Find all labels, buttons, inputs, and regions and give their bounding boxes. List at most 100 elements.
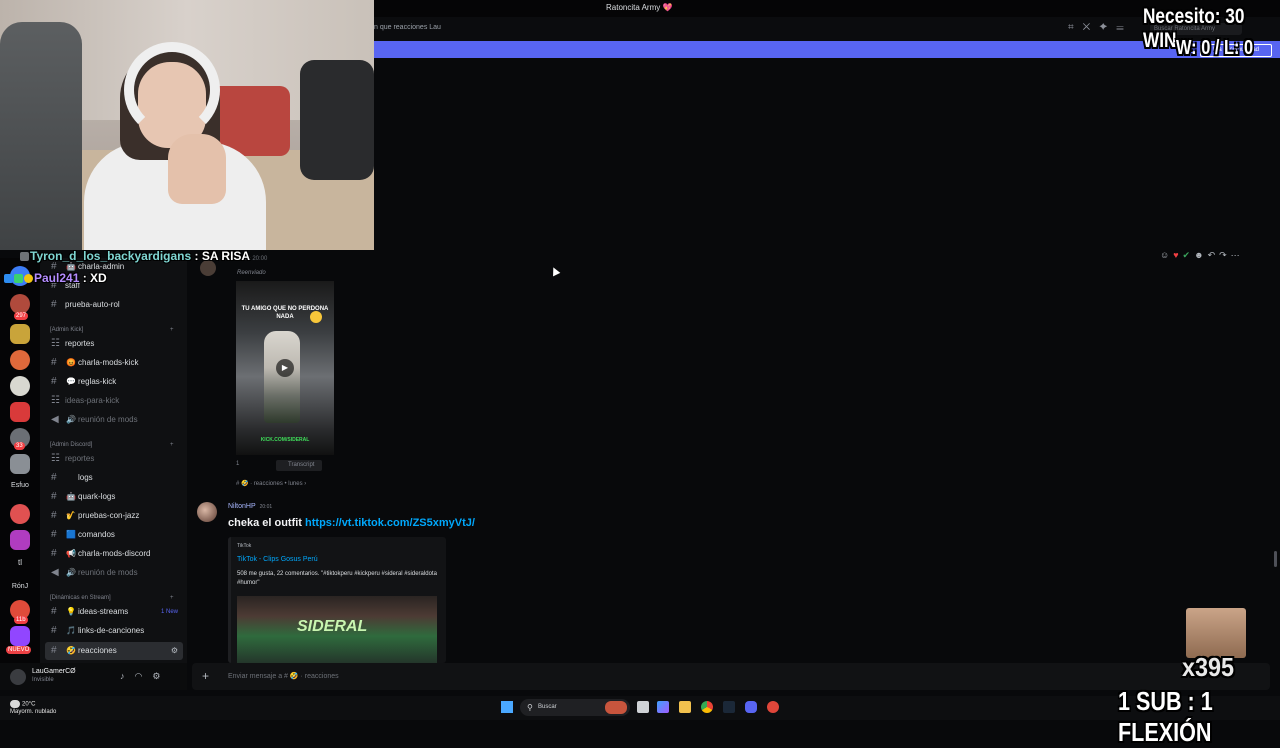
add-attachment-icon[interactable]: + [202,669,209,683]
chat-username: Paul241 [34,271,80,285]
voice-channel-item[interactable]: ◀ 🔊 reunión de mods [40,411,187,429]
taskbar-search-label: Buscar [538,704,557,710]
laughing-emoji-icon [310,311,322,323]
reply-icon[interactable]: ↶ [1208,250,1220,260]
add-channel-icon[interactable]: + [170,325,174,335]
app-icon[interactable] [767,701,779,713]
members-icon[interactable]: ☰ [1116,22,1133,33]
channel-item[interactable]: # 🎵 links-de-canciones [40,622,187,640]
search-highlight-icon [605,701,627,714]
channel-item[interactable]: # 💡 ideas-streams 1 New [40,603,187,621]
weather-widget[interactable]: 20°C Mayorm. nublado [10,700,56,716]
channel-item-active[interactable]: # 🤣 reacciones ⚙ [45,642,183,660]
heart-icon[interactable]: ♥ [1173,250,1182,260]
channel-item[interactable]: # 🟦 comandos [40,526,187,544]
headphones-icon[interactable]: ◠ [135,671,153,681]
emoji-icon[interactable]: ☻ [1194,250,1207,260]
more-icon[interactable]: ⋯ [1231,250,1244,260]
gear-icon[interactable]: ⚙ [152,671,170,681]
channel-item[interactable]: # 😡 charla-mods-kick [40,354,187,372]
channel-item[interactable]: # 📢 charla-mods-discord [40,545,187,563]
thread-icon[interactable]: ⌗ [1068,22,1083,33]
webcam-person-hands [168,134,226,204]
scrollbar-thumb[interactable] [1274,551,1277,567]
channel-label: ideas-streams [78,607,129,616]
forum-icon: ☷ [51,338,60,349]
user-controls[interactable]: ♪◠⚙ [120,671,170,682]
server-badge: 33 [14,442,25,450]
server-icon[interactable] [10,350,30,370]
channel-item[interactable]: ☷ ideas-para-kick [40,392,187,410]
category-header[interactable]: [Dinámicas en Stream] + [50,593,174,603]
voice-channel-item[interactable]: ◀ 🔊 reunión de mods [40,564,187,582]
user-name: LauGamerCØ [32,668,76,675]
task-view-icon[interactable] [637,701,649,713]
channel-item[interactable]: # logs [40,469,187,487]
channel-emoji: 💬 [66,377,76,386]
server-icon[interactable] [10,402,30,422]
transcript-button[interactable]: Transcript [276,460,322,471]
composer-placeholder[interactable]: Enviar mensaje a # 🤣 · reacciones [228,672,339,680]
add-channel-icon[interactable]: + [170,593,174,603]
message-author[interactable]: NiltonHP 20:01 [228,503,272,510]
channel-label: charla-mods-discord [78,549,151,558]
channel-item[interactable]: # prueba-auto-rol [40,296,187,314]
message-hover-actions[interactable]: ☺♥✔☻↶↷⋯ [1160,250,1244,261]
steam-icon[interactable] [723,701,735,713]
chrome-icon[interactable] [701,701,713,713]
avatar[interactable] [197,502,217,522]
stream-chat-line: Paul241 : XD [4,271,107,285]
category-header[interactable]: [Admin Discord] + [50,440,174,450]
channel-label: charla-mods-kick [78,358,139,367]
mute-icon[interactable]: ✕ [1083,22,1100,33]
channel-label: quark-logs [78,492,116,501]
category-header[interactable]: [Admin Kick] + [50,325,174,335]
file-explorer-icon[interactable] [679,701,691,713]
reaction-icon[interactable]: ☺ [1160,250,1173,260]
windows-start-icon[interactable] [501,701,513,713]
forward-source[interactable]: # 🤣 · reacciones • lunes › [236,480,306,487]
avatar[interactable] [10,669,26,685]
check-icon[interactable]: ✔ [1183,250,1195,260]
taskbar-search[interactable]: ⚲ Buscar [520,699,630,716]
channel-item[interactable]: # 🎷 pruebas-con-jazz [40,507,187,525]
embed-title[interactable]: TikTok - Clips Gosus Perú [237,556,318,563]
channel-item[interactable]: # 💬 reglas-kick [40,373,187,391]
discord-icon[interactable] [745,701,757,713]
forward-icon[interactable]: ↷ [1219,250,1231,260]
channel-label: links-de-canciones [78,626,145,635]
server-badge: 11b [14,616,28,624]
server-icon[interactable] [10,324,30,344]
settings-gear-icon[interactable]: ⚙ [171,642,178,660]
add-channel-icon[interactable]: + [170,440,174,450]
channel-label: ideas-para-kick [65,396,120,405]
microphone-icon[interactable]: ♪ [120,671,135,681]
link-embed: TikTok TikTok - Clips Gosus Perú 508 me … [228,537,446,663]
chat-badge-icon [14,274,23,284]
server-icon[interactable] [10,294,30,314]
play-icon[interactable]: ▶ [276,359,294,377]
category-label: [Admin Discord] [50,442,93,448]
channel-label: reglas-kick [78,377,117,386]
channel-item[interactable]: # 🤖 quark-logs [40,488,187,506]
header-icons[interactable]: ⌗✕✦☰ [1068,22,1133,33]
server-icon[interactable] [10,454,30,474]
hash-icon: # [51,357,57,368]
category-label: [Admin Kick] [50,327,84,333]
embed-image[interactable]: SIDERAL [237,596,437,663]
server-icon[interactable] [10,530,30,550]
channel-emoji: 🤣 [66,646,76,655]
channel-item[interactable]: ☷ reportes [40,450,187,468]
copilot-icon[interactable] [657,701,669,713]
video-toolbar: 1 Transcript [236,460,322,471]
pin-icon[interactable]: ✦ [1099,22,1116,33]
channel-item[interactable]: ☷ reportes [40,335,187,353]
message-link[interactable]: https://vt.tiktok.com/ZS5xmyVtJ/ [305,517,475,529]
server-icon[interactable] [10,376,30,396]
video-attachment[interactable]: TU AMIGO QUE NO PERDONA NADA ▶ KICK.COM/… [236,281,334,455]
message-composer[interactable]: + Enviar mensaje a # 🤣 · reacciones [192,663,1270,690]
twitch-icon[interactable] [10,626,30,646]
server-icon[interactable] [10,504,30,524]
author-name[interactable]: NiltonHP [228,503,256,510]
channel-topic: n que reacciones Lau [374,24,441,31]
